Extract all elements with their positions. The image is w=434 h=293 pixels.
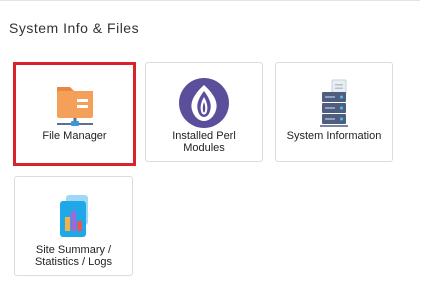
tile-label: System Information [286,130,382,142]
system-information-tile[interactable]: System Information [275,62,393,162]
statistics-document-icon [48,191,100,243]
perl-onion-icon [178,77,230,129]
folder-network-icon [49,77,101,129]
divider [0,0,420,1]
system-info-files-panel: System Info & Files File Manager Install… [0,0,434,293]
file-manager-tile[interactable]: File Manager [13,62,136,166]
tile-label: Installed Perl Modules [172,130,236,154]
tile-label: File Manager [42,130,107,142]
tile-label: Site Summary / Statistics / Logs [34,244,113,268]
site-summary-statistics-logs-tile[interactable]: Site Summary / Statistics / Logs [14,176,133,276]
section-title: System Info & Files [9,20,140,36]
installed-perl-modules-tile[interactable]: Installed Perl Modules [145,62,263,162]
server-rack-icon [308,77,360,129]
